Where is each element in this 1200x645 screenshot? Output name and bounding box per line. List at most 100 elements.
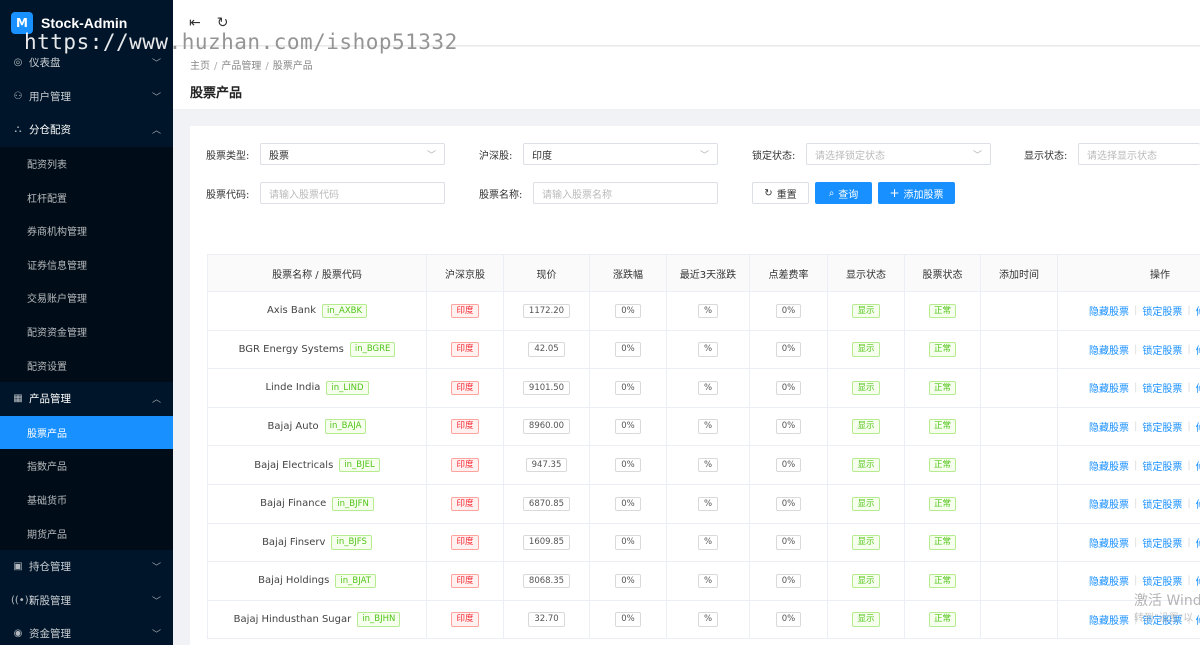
cell-market: 印度 xyxy=(427,562,504,600)
submenu-item[interactable]: 配资列表 xyxy=(0,147,173,181)
col-header-change: 涨跌幅 xyxy=(590,255,667,291)
lock-stock-link[interactable]: 锁定股票 xyxy=(1142,303,1182,318)
hide-stock-link[interactable]: 隐藏股票 xyxy=(1089,612,1129,627)
change-tag: 0% xyxy=(615,342,641,357)
cell-price: 9101.50 xyxy=(504,369,590,407)
table-row: Axis Bank in_AXBK 印度 1172.20 0%% 0% 显示 正常 隐藏股票 | 锁… xyxy=(207,292,1200,331)
hide-stock-link[interactable]: 隐藏股票 xyxy=(1089,303,1129,318)
hide-stock-link[interactable]: 隐藏股票 xyxy=(1089,458,1129,473)
hide-stock-link[interactable]: 隐藏股票 xyxy=(1089,380,1129,395)
edit-stock-link[interactable]: 修 xyxy=(1196,573,1200,588)
hide-stock-link[interactable]: 隐藏股票 xyxy=(1089,573,1129,588)
lock-stock-link[interactable]: 锁定股票 xyxy=(1142,573,1182,588)
cell-market: 印度 xyxy=(427,330,504,369)
sidebar-item-1[interactable]: ⚇ 用户管理 ﹀ xyxy=(0,80,173,114)
display-status-select[interactable]: 请选择显示状态 xyxy=(1078,143,1200,165)
cell-market: 印度 xyxy=(427,446,504,484)
collapse-menu-icon[interactable]: ⇤ xyxy=(189,15,201,31)
submenu-item[interactable]: 配资资金管理 xyxy=(0,315,173,349)
cell-name: Bajaj Electricals in_BJEL xyxy=(207,446,427,484)
stock-name-label: 股票名称: xyxy=(479,189,523,201)
submenu-item[interactable]: 期货产品 xyxy=(0,516,173,550)
sidebar-item-5[interactable]: ((•)) 新股管理 ﹀ xyxy=(0,584,173,618)
lock-stock-link[interactable]: 锁定股票 xyxy=(1142,458,1182,473)
chevron-up-icon: ︿ xyxy=(151,126,161,137)
table-row: Bajaj Hindusthan Sugar in_BJHN 印度 32.70 0%% 0… xyxy=(207,600,1200,640)
edit-stock-link[interactable]: 修 xyxy=(1196,458,1200,473)
lock-stock-link[interactable]: 锁定股票 xyxy=(1142,419,1182,434)
edit-stock-link[interactable]: 修 xyxy=(1196,612,1200,627)
breadcrumb-home[interactable]: 主页 xyxy=(190,61,210,72)
logo[interactable]: M Stock-Admin xyxy=(0,0,173,46)
cell-price: 42.05 xyxy=(504,330,590,369)
edit-stock-link[interactable]: 修 xyxy=(1196,303,1200,318)
cell-added xyxy=(981,446,1058,484)
cell-price: 947.35 xyxy=(504,446,590,484)
refresh-icon[interactable]: ↻ xyxy=(217,15,229,31)
market-tag: 印度 xyxy=(451,303,479,319)
breadcrumb-product-management[interactable]: 产品管理 xyxy=(221,61,261,72)
search-button[interactable]: ⌕ 查询 xyxy=(815,182,872,204)
lock-stock-link[interactable]: 锁定股票 xyxy=(1142,535,1182,550)
spread-tag: 0% xyxy=(775,573,802,589)
submenu-item[interactable]: 券商机构管理 xyxy=(0,214,173,248)
reset-icon: ↻ xyxy=(764,187,773,199)
action-divider: | xyxy=(1187,459,1191,471)
lock-stock-link[interactable]: 锁定股票 xyxy=(1142,342,1182,357)
edit-stock-link[interactable]: 修 xyxy=(1196,380,1200,395)
hide-stock-link[interactable]: 隐藏股票 xyxy=(1089,342,1129,357)
stock-status-tag: 正常 xyxy=(928,380,956,396)
submenu-item[interactable]: 证券信息管理 xyxy=(0,248,173,282)
edit-stock-link[interactable]: 修 xyxy=(1196,342,1200,357)
submenu-item[interactable]: 股票产品 xyxy=(0,415,173,450)
display-status-tag: 显示 xyxy=(852,496,880,512)
stock-name-input[interactable]: 请输入股票名称 xyxy=(533,182,718,204)
chevron-up-icon: ︿ xyxy=(151,395,161,406)
stock-code-input[interactable]: 请输入股票代码 xyxy=(260,182,445,204)
hide-stock-link[interactable]: 隐藏股票 xyxy=(1089,535,1129,550)
sidebar-item-2[interactable]: ⛬ 分仓配资 ︿ xyxy=(0,113,173,147)
market-tag: 印度 xyxy=(451,612,479,627)
stock-name-placeholder: 请输入股票名称 xyxy=(542,189,612,201)
table-row: Bajaj Electricals in_BJEL 印度 947.35 0%% 0% 显示 正… xyxy=(207,446,1200,485)
top-header: ⇤ ↻ xyxy=(173,0,1200,46)
submenu-item[interactable]: 交易账户管理 xyxy=(0,281,173,315)
cell-display: 显示 xyxy=(828,523,905,562)
sidebar-item-4[interactable]: ▣ 持仓管理 ﹀ xyxy=(0,550,173,584)
spread-tag: 0% xyxy=(775,496,802,512)
submenu-item[interactable]: 基础货币 xyxy=(0,483,173,517)
sidebar-item-label: 资金管理 xyxy=(29,628,71,641)
stock-name: Bajaj Auto xyxy=(267,421,319,433)
lock-stock-link[interactable]: 锁定股票 xyxy=(1142,496,1182,511)
cell-name: Bajaj Finance in_BJFN xyxy=(207,484,427,523)
lock-stock-link[interactable]: 锁定股票 xyxy=(1142,380,1182,395)
sidebar-item-0[interactable]: ◎ 仪表盘 ﹀ xyxy=(0,46,173,80)
submenu-item[interactable]: 杠杆配置 xyxy=(0,180,173,214)
edit-stock-link[interactable]: 修 xyxy=(1196,535,1200,550)
cell-change3: % xyxy=(667,600,750,639)
edit-stock-link[interactable]: 修 xyxy=(1196,496,1200,511)
stock-status-tag: 正常 xyxy=(928,342,956,357)
table-body: Axis Bank in_AXBK 印度 1172.20 0%% 0% 显示 正常 隐藏股票 | 锁… xyxy=(207,292,1200,640)
hide-stock-link[interactable]: 隐藏股票 xyxy=(1089,419,1129,434)
submenu-item[interactable]: 指数产品 xyxy=(0,449,173,483)
market-select[interactable]: 印度 ﹀ xyxy=(523,143,718,165)
action-divider: | xyxy=(1134,343,1138,355)
add-stock-button[interactable]: + 添加股票 xyxy=(878,182,955,204)
sidebar-item-3[interactable]: ▦ 产品管理 ︿ xyxy=(0,382,173,416)
stock-type-select[interactable]: 股票 ﹀ xyxy=(260,143,445,165)
cell-name: Bajaj Auto in_BAJA xyxy=(207,407,427,446)
change3-tag: % xyxy=(697,457,719,473)
edit-stock-link[interactable]: 修 xyxy=(1196,419,1200,434)
submenu-item[interactable]: 配资设置 xyxy=(0,348,173,382)
cell-actions: 隐藏股票 | 锁定股票 | 修 xyxy=(1058,524,1200,562)
change3-tag: % xyxy=(697,612,719,627)
reset-button[interactable]: ↻ 重置 xyxy=(752,182,809,204)
sidebar-item-6[interactable]: ◉ 资金管理 ﹀ xyxy=(0,617,173,645)
hide-stock-link[interactable]: 隐藏股票 xyxy=(1089,496,1129,511)
cell-status: 正常 xyxy=(905,407,981,446)
stock-name: Bajaj Finserv xyxy=(262,536,326,548)
lock-status-select[interactable]: 请选择锁定状态 ﹀ xyxy=(806,143,991,165)
change-tag: 0% xyxy=(615,573,641,589)
cell-change3: % xyxy=(667,292,750,330)
